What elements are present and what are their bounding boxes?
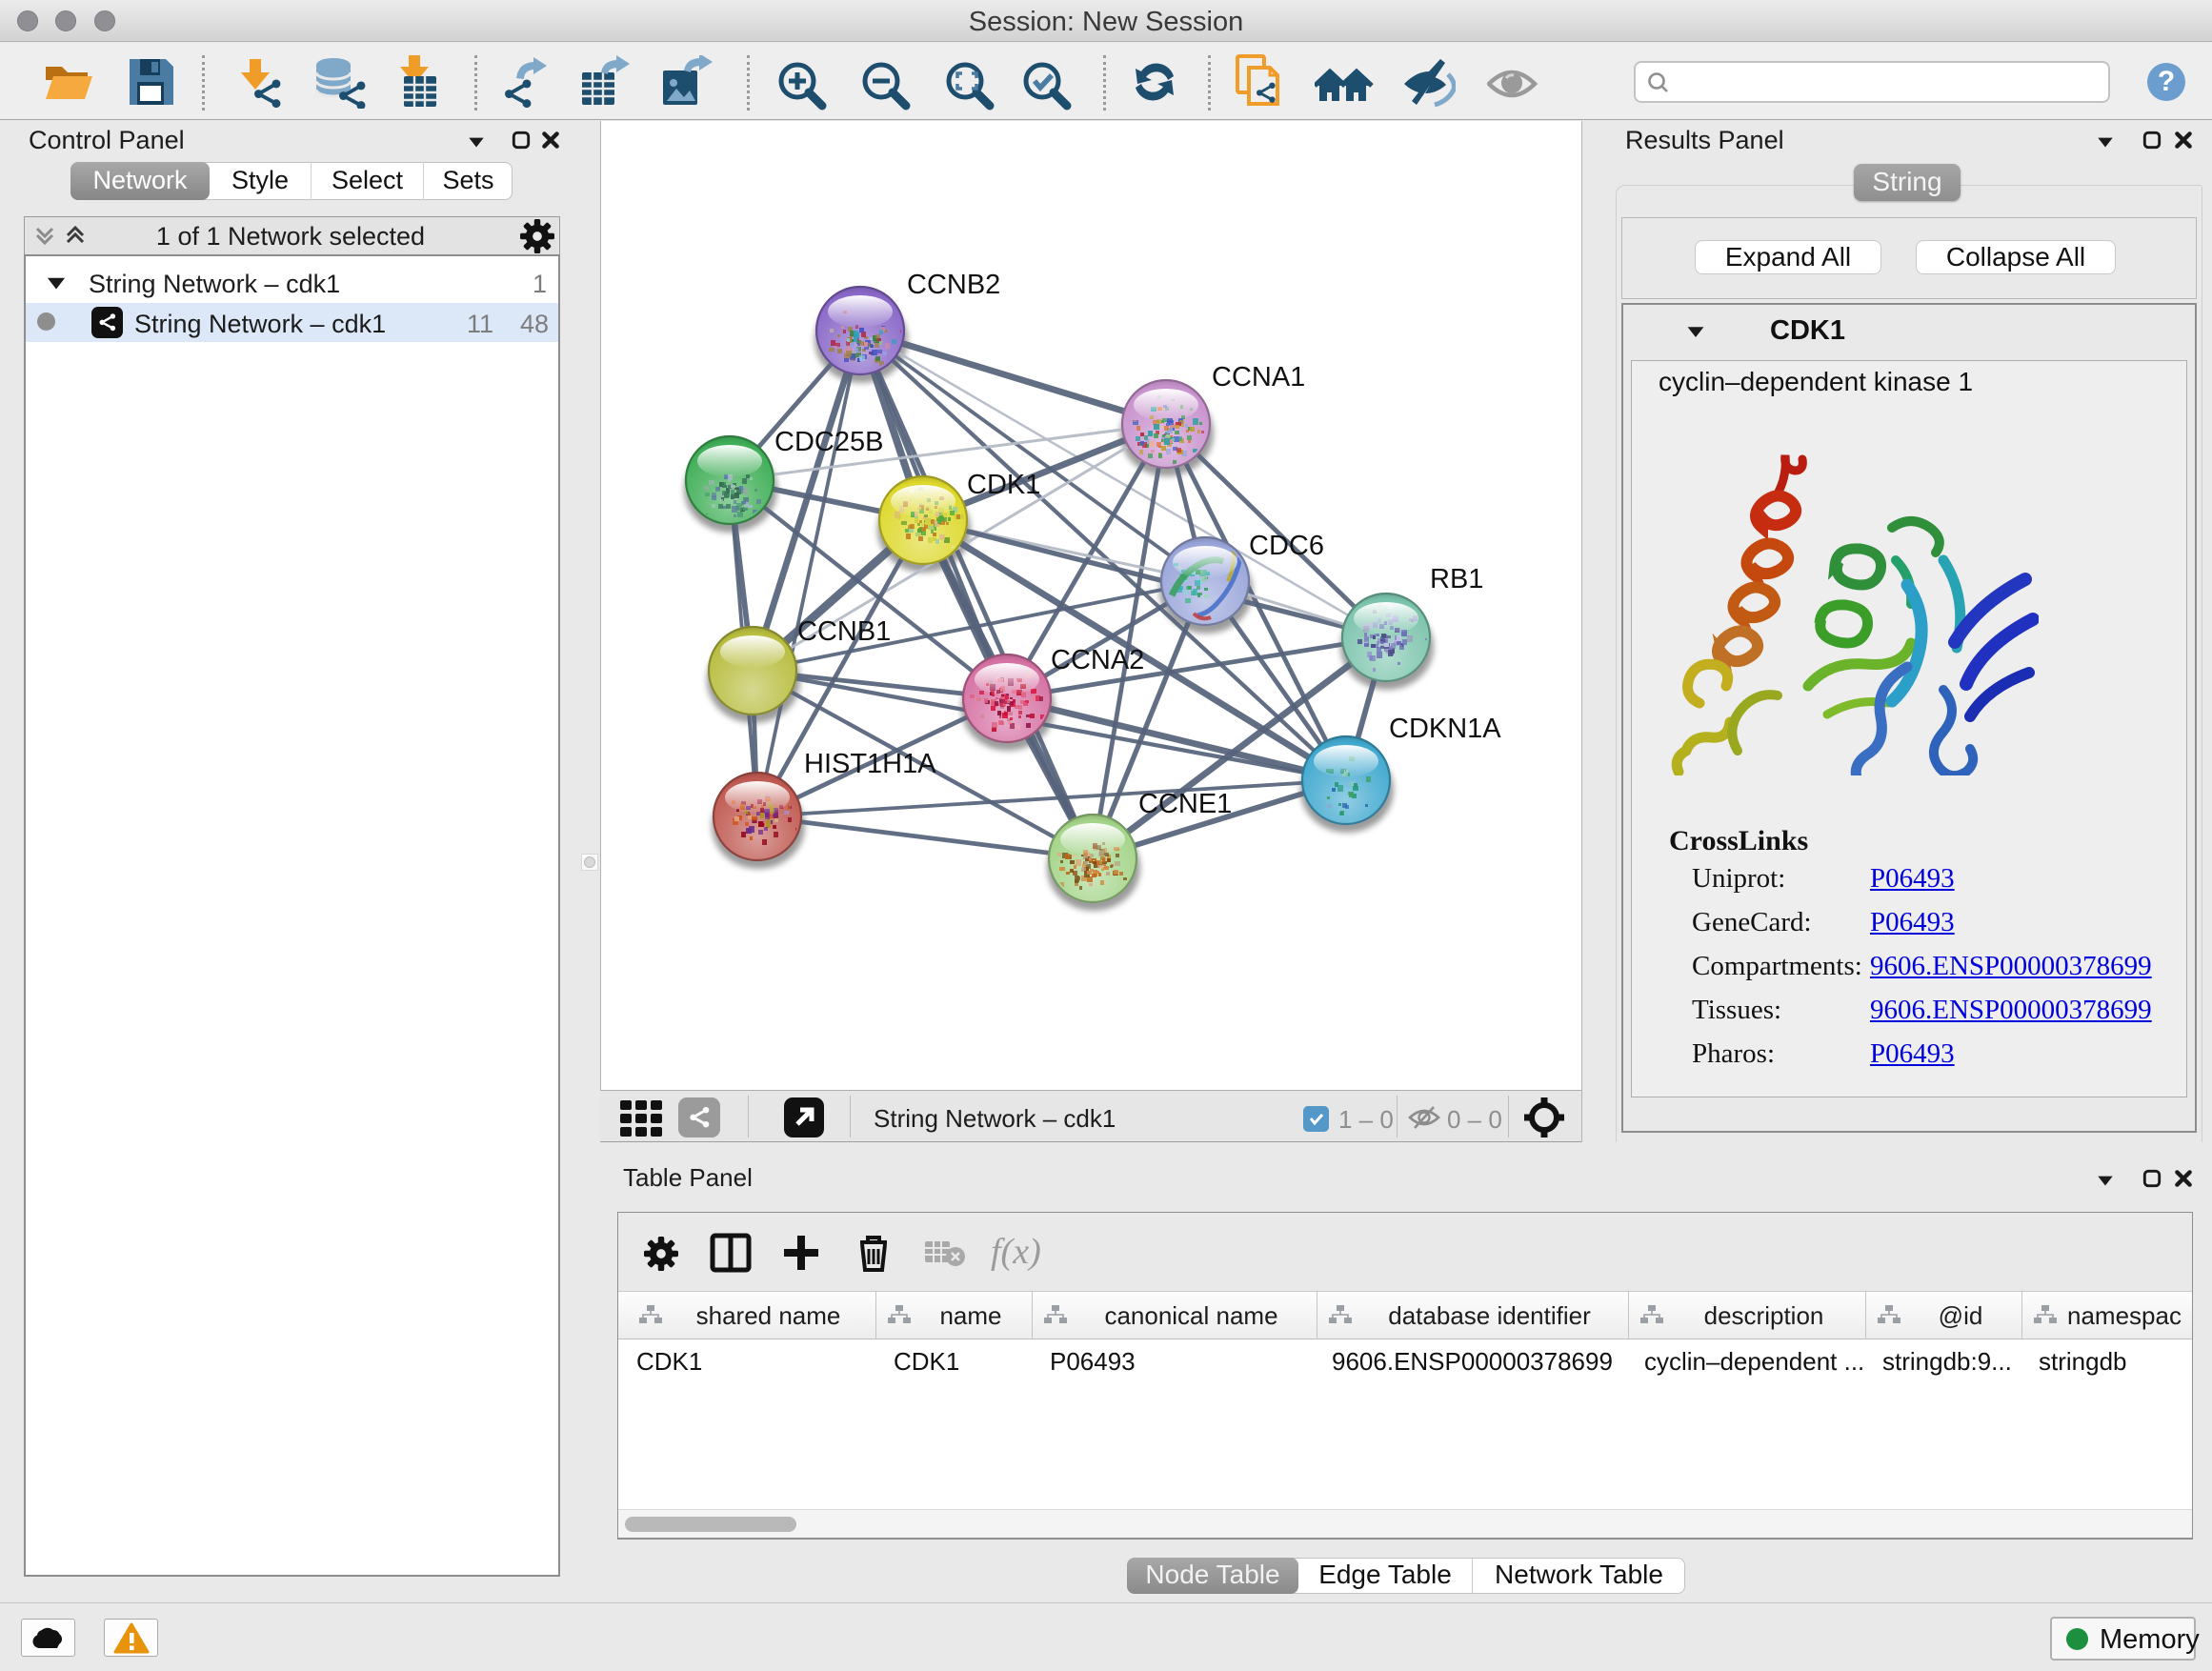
svg-text:CDC25B: CDC25B: [774, 427, 883, 457]
svg-text:CCNB2: CCNB2: [907, 270, 1000, 300]
svg-text:CDKN1A: CDKN1A: [1389, 714, 1501, 744]
svg-text:CDC6: CDC6: [1249, 531, 1324, 561]
svg-text:CDK1: CDK1: [967, 470, 1040, 500]
svg-text:CCNA1: CCNA1: [1212, 362, 1305, 393]
svg-text:CCNB1: CCNB1: [797, 616, 891, 647]
svg-text:HIST1H1A: HIST1H1A: [804, 749, 936, 779]
svg-text:CCNA2: CCNA2: [1051, 645, 1144, 675]
svg-text:CCNE1: CCNE1: [1138, 789, 1232, 819]
svg-text:RB1: RB1: [1430, 564, 1483, 594]
